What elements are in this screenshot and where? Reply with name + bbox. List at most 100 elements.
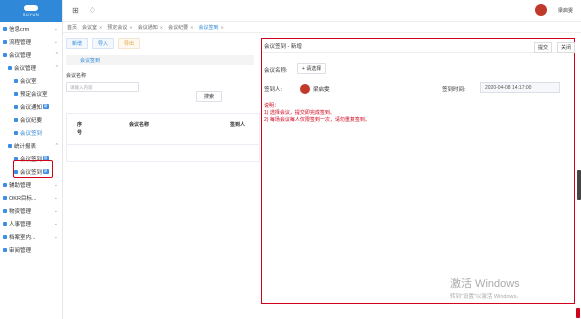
sidebar-item-notice[interactable]: 会议通知新 xyxy=(0,100,62,113)
mouse-cursor xyxy=(576,308,580,318)
menu-icon xyxy=(3,52,7,57)
close-icon[interactable]: ✕ xyxy=(99,25,102,30)
chevron-icon: ⌄ xyxy=(53,207,58,214)
reserve-icon xyxy=(14,91,18,96)
sidebar-item-hr[interactable]: 人事管理 ⌄ xyxy=(0,217,62,230)
sidebar-item-aux[interactable]: 辅助管理 ⌄ xyxy=(0,178,62,191)
minutes-icon xyxy=(14,117,18,122)
signer-label: 签到人: xyxy=(264,87,283,93)
notice-icon xyxy=(14,104,18,109)
sidebar-item-review[interactable]: 审阅管理 xyxy=(0,243,62,256)
topbar: ⊞ ♢ 梁启雯 xyxy=(63,0,581,22)
time-label: 签到时间: xyxy=(442,87,466,93)
signin-icon xyxy=(14,130,18,135)
table-header-name: 会议名称 xyxy=(129,122,150,128)
note-title: 说明： xyxy=(264,103,280,109)
export-button[interactable]: 导出 xyxy=(118,37,141,49)
tab-bar: 首页 会议室 ✕ 预定会议 ✕ 会议通知 ✕ 会议纪要 ✕ 会议签到 ✕ xyxy=(63,22,581,33)
chevron-icon: ⌄ xyxy=(53,233,58,240)
grid-menu-icon[interactable]: ⊞ xyxy=(71,6,80,15)
search-label: 会议名称 xyxy=(66,73,87,79)
list-panel: 新增 导入 导出 会议签到 会议名称 请输入内容 搜索 序号 会议名称 签到人 xyxy=(66,37,260,319)
chevron-icon: ⌄ xyxy=(53,25,58,32)
logo-text: SUYUN xyxy=(22,12,40,17)
user-name[interactable]: 梁启雯 xyxy=(558,7,573,14)
sidebar-item-meeting[interactable]: 会议管理 ^ xyxy=(0,48,62,61)
chevron-icon: ⌄ xyxy=(53,220,58,227)
room-icon xyxy=(14,78,18,83)
signer-avatar xyxy=(300,84,310,94)
submit-button[interactable]: 提交 xyxy=(533,42,552,53)
signin-time-field[interactable]: 2020-04-08 14:17:00 xyxy=(480,82,560,93)
sidebar-item-crm[interactable]: 信息crm ⌄ xyxy=(0,22,62,35)
sidebar-menu: 信息crm ⌄ 流程管理 ⌄ 会议管理 ^ 会议管理 ^ 会议室 预定会议室 会议通知新… xyxy=(0,22,62,256)
menu-icon xyxy=(3,26,7,31)
menu-icon xyxy=(3,234,7,239)
table-header-signer: 签到人 xyxy=(230,122,246,128)
tab-reserve[interactable]: 预定会议 ✕ xyxy=(107,24,132,31)
chevron-icon: ⌄ xyxy=(53,38,58,45)
menu-icon xyxy=(3,221,7,226)
sidebar-item-goods[interactable]: 物资管理 ⌄ xyxy=(0,204,62,217)
form-title: 会议签到 - 新增 xyxy=(264,43,302,50)
instruction-note: 说明： 1) 选择会议，提交即完成签到。 2) 每场会议每人仅限签到一次，请勿重… xyxy=(264,103,370,124)
close-icon[interactable]: ✕ xyxy=(221,25,224,30)
bell-icon[interactable]: ♢ xyxy=(88,6,97,15)
close-icon[interactable]: ✕ xyxy=(160,25,163,30)
menu-icon xyxy=(3,195,7,200)
search-input[interactable]: 请输入内容 xyxy=(66,82,139,92)
select-meeting-button[interactable]: + 请选择 xyxy=(297,63,327,74)
search-button[interactable]: 搜索 xyxy=(196,91,222,102)
meeting-name-label: 会议名称: xyxy=(264,68,288,74)
chevron-up-icon: ^ xyxy=(55,142,58,149)
data-table: 序号 会议名称 签到人 xyxy=(66,113,260,145)
sidebar-item-signin[interactable]: 会议签到 xyxy=(0,126,62,139)
close-icon[interactable]: ✕ xyxy=(190,25,193,30)
subtab[interactable]: 会议签到 xyxy=(66,55,254,65)
note-line-1: 1) 选择会议，提交即完成签到。 xyxy=(264,110,335,116)
tab-home[interactable]: 首页 xyxy=(67,24,77,31)
sidebar-item-flow[interactable]: 流程管理 ⌄ xyxy=(0,35,62,48)
tab-signin[interactable]: 会议签到 ✕ xyxy=(199,24,224,31)
sidebar-item-report[interactable]: 统计报表 ^ xyxy=(0,139,62,152)
cloud-logo-icon xyxy=(24,5,38,11)
avatar[interactable] xyxy=(535,4,547,16)
form-header: 会议签到 - 新增 提交 关闭 xyxy=(262,39,575,53)
note-line-2: 2) 每场会议每人仅限签到一次，请勿重复签到。 xyxy=(264,117,370,123)
tab-minutes[interactable]: 会议纪要 ✕ xyxy=(168,24,193,31)
import-button[interactable]: 导入 xyxy=(92,37,115,49)
tab-room[interactable]: 会议室 ✕ xyxy=(82,24,102,31)
sidebar-item-meeting-manage[interactable]: 会议管理 ^ xyxy=(0,61,62,74)
watermark-line-1: 激活 Windows xyxy=(450,278,520,290)
close-button[interactable]: 关闭 xyxy=(556,42,575,53)
sidebar-item-okr[interactable]: OKR目标... ⌄ xyxy=(0,191,62,204)
chevron-icon: ⌄ xyxy=(53,181,58,188)
signin-highlight-box xyxy=(13,160,53,178)
side-scroll-handle[interactable] xyxy=(577,170,581,200)
sidebar-item-minutes[interactable]: 会议纪要 xyxy=(0,113,62,126)
logo: SUYUN xyxy=(0,0,62,22)
sidebar-item-archive[interactable]: 档案室内... ⌄ xyxy=(0,230,62,243)
new-badge: 新 xyxy=(43,104,49,109)
sidebar-item-reserve[interactable]: 预定会议室 xyxy=(0,87,62,100)
menu-icon xyxy=(3,247,7,252)
menu-icon xyxy=(8,65,12,70)
chevron-icon: ⌄ xyxy=(53,194,58,201)
report-icon xyxy=(8,143,12,148)
tab-notice[interactable]: 会议通知 ✕ xyxy=(138,24,163,31)
table-header-index: 序号 xyxy=(77,122,83,136)
windows-watermark: 激活 Windows 转到"设置"以激活 Windows。 xyxy=(450,275,522,300)
sidebar: SUYUN 信息crm ⌄ 流程管理 ⌄ 会议管理 ^ 会议管理 ^ 会议室 预定会议室… xyxy=(0,0,63,319)
signin-form-panel: 会议签到 - 新增 提交 关闭 会议名称: + 请选择 签到人: 梁启雯 签到时… xyxy=(261,38,575,304)
table-empty-row xyxy=(66,145,260,162)
menu-icon xyxy=(3,182,7,187)
toolbar: 新增 导入 导出 xyxy=(66,37,254,49)
menu-icon xyxy=(3,39,7,44)
chevron-up-icon: ^ xyxy=(55,51,58,58)
add-button[interactable]: 新增 xyxy=(66,37,89,49)
signer-name: 梁启雯 xyxy=(313,87,330,93)
menu-icon xyxy=(3,208,7,213)
watermark-line-2: 转到"设置"以激活 Windows。 xyxy=(450,294,522,300)
close-icon[interactable]: ✕ xyxy=(129,25,132,30)
sidebar-item-room[interactable]: 会议室 xyxy=(0,74,62,87)
